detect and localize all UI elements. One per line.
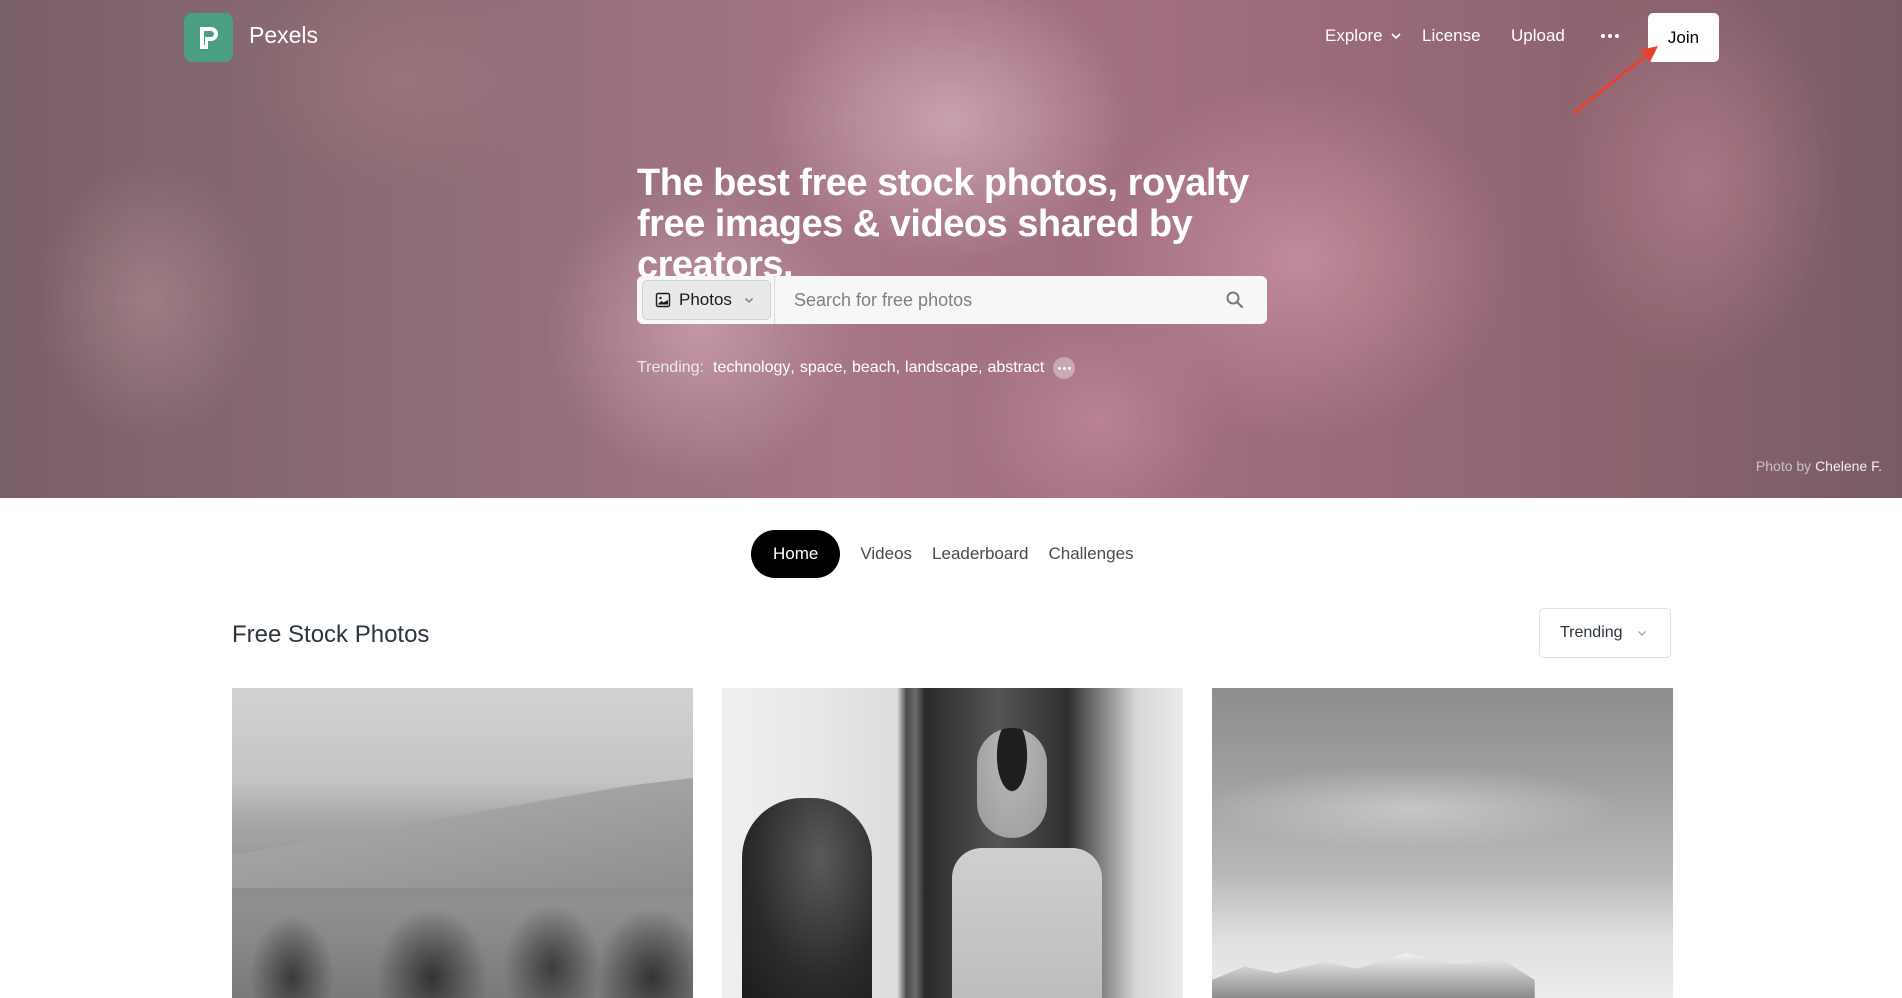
trending-searches: Trending: technology, space, beach, land…	[637, 357, 1076, 379]
hero-banner: Pexels Explore License Upload Join The b…	[0, 0, 1902, 498]
trending-link[interactable]: technology	[713, 359, 790, 377]
content-tabs: Home Videos Leaderboard Challenges	[751, 530, 1144, 578]
photo-mountain	[1212, 953, 1535, 998]
chevron-down-icon	[744, 298, 753, 303]
search-type-label: Photos	[679, 290, 732, 309]
pexels-logo[interactable]	[184, 13, 233, 62]
section-title: Free Stock Photos	[232, 621, 430, 648]
nav-license[interactable]: License	[1422, 26, 1481, 46]
trending-link[interactable]: beach	[852, 359, 896, 377]
chevron-down-icon	[1637, 631, 1646, 636]
hero-headline: The best free stock photos, royalty free…	[637, 162, 1249, 286]
image-icon	[655, 292, 671, 308]
search-type-dropdown[interactable]: Photos	[642, 280, 771, 320]
nav-explore[interactable]: Explore	[1325, 26, 1401, 46]
search-button[interactable]	[1213, 278, 1257, 322]
photo-wedding-bride	[742, 798, 872, 998]
photo-credit-prefix: Photo by	[1755, 458, 1812, 474]
tab-challenges[interactable]: Challenges	[1038, 530, 1143, 578]
separator: ,	[842, 359, 847, 376]
trending-link[interactable]: space	[800, 359, 843, 377]
more-trending-icon[interactable]	[1053, 357, 1076, 379]
separator: ,	[978, 359, 983, 376]
more-options-icon[interactable]	[1598, 22, 1622, 50]
photo-card[interactable]	[1212, 688, 1673, 998]
photo-wedding-head	[977, 728, 1047, 838]
pexels-logo-icon	[199, 26, 218, 49]
separator: ,	[895, 359, 901, 376]
search-bar: Photos	[637, 276, 1267, 324]
search-input[interactable]	[775, 276, 1213, 324]
search-icon	[1226, 291, 1244, 309]
tab-home[interactable]: Home	[751, 530, 841, 578]
nav-explore-label: Explore	[1325, 26, 1383, 45]
photo-card[interactable]	[722, 688, 1183, 998]
photo-credit-author[interactable]: Chelene F.	[1815, 458, 1882, 474]
photo-wedding-groom	[952, 848, 1102, 998]
brand-name[interactable]: Pexels	[249, 22, 318, 49]
nav-upload[interactable]: Upload	[1511, 26, 1565, 46]
join-button[interactable]: Join	[1648, 13, 1719, 62]
separator: ,	[790, 359, 795, 376]
photo-horses	[232, 778, 693, 888]
sort-dropdown[interactable]: Trending	[1539, 608, 1671, 658]
trending-link[interactable]: landscape	[905, 359, 978, 377]
chevron-down-icon	[1391, 33, 1401, 40]
trending-label: Trending:	[637, 359, 704, 376]
photo-card[interactable]	[232, 688, 693, 998]
tab-leaderboard[interactable]: Leaderboard	[922, 530, 1038, 578]
sort-label: Trending	[1560, 624, 1623, 641]
photo-credit: Photo by Chelene F.	[1756, 458, 1882, 474]
tab-videos[interactable]: Videos	[850, 530, 922, 578]
trending-link[interactable]: abstract	[987, 359, 1044, 377]
